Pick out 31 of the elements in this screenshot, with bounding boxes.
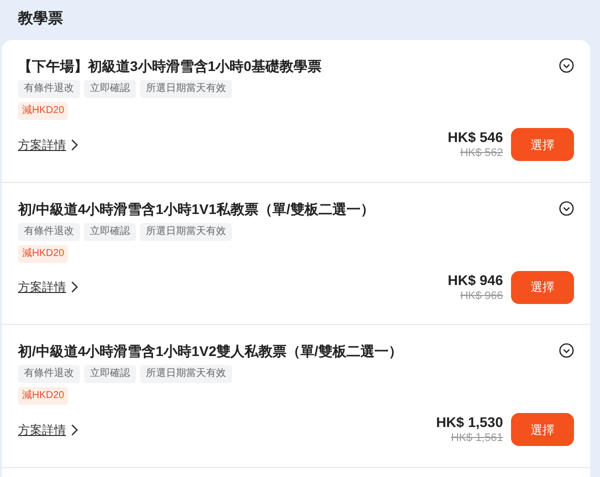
- chevron-right-icon: [70, 138, 78, 150]
- original-price: HK$ 966: [460, 288, 503, 302]
- details-link[interactable]: 方案詳情: [18, 136, 78, 154]
- tag: 有條件退改: [18, 80, 80, 98]
- discount-badge: 減HKD20: [18, 244, 68, 262]
- price: HK$ 1,530: [436, 414, 503, 431]
- details-link[interactable]: 方案詳情: [18, 278, 78, 296]
- section-title: 教學票: [16, 9, 64, 29]
- tag: 所選日期當天有效: [140, 80, 232, 98]
- package-title: 初/中級道4小時滑雪含1小時1V2雙人私教票（單/雙板二選一）: [18, 342, 402, 361]
- expand-chevron-icon[interactable]: [559, 58, 574, 73]
- discount-badge: 減HKD20: [18, 102, 68, 120]
- tag: 有條件退改: [18, 222, 80, 240]
- tag: 有條件退改: [18, 365, 80, 383]
- price: HK$ 946: [448, 272, 503, 288]
- discount-badge: 減HKD20: [18, 387, 68, 405]
- chevron-right-icon: [70, 281, 78, 293]
- tag: 立即確認: [84, 365, 136, 383]
- price: HK$ 546: [448, 129, 503, 146]
- chevron-right-icon: [70, 424, 78, 436]
- expand-chevron-icon[interactable]: [559, 343, 574, 358]
- original-price: HK$ 562: [460, 146, 503, 160]
- expand-chevron-icon[interactable]: [559, 200, 574, 216]
- tag: 立即確認: [84, 80, 136, 98]
- tag: 所選日期當天有效: [140, 365, 232, 383]
- details-link[interactable]: 方案詳情: [18, 420, 78, 438]
- tag: 立即確認: [84, 222, 136, 240]
- package-title: 初/中級道4小時滑雪含1小時1V1私教票（單/雙板二選一）: [18, 200, 374, 218]
- tag: 所選日期當天有效: [140, 222, 232, 240]
- package-title: 【下午場】初級道3小時滑雪含1小時0基礎教學票: [18, 57, 322, 76]
- original-price: HK$ 1,561: [451, 431, 503, 445]
